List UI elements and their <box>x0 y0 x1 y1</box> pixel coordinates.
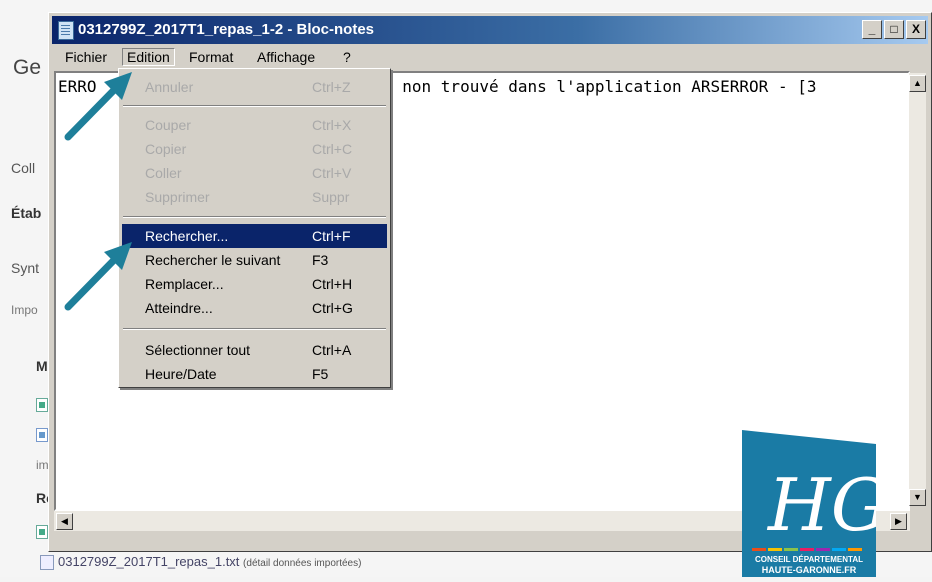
menu-item-shortcut: F5 <box>312 366 329 382</box>
document-icon[interactable] <box>36 428 48 442</box>
menu-item-label: Rechercher... <box>145 228 229 244</box>
title-bar[interactable]: 0312799Z_2017T1_repas_1-2 - Bloc-notes _… <box>52 16 928 44</box>
menu-item-label: Couper <box>145 117 191 133</box>
footer-file-link[interactable]: 0312799Z_2017T1_repas_1.txt (détail donn… <box>40 554 362 571</box>
side-label-impo: Impo <box>11 303 38 317</box>
menu-item-label: Annuler <box>145 79 194 95</box>
page-title-partial: Ge <box>13 56 42 79</box>
side-label-synt: Synt <box>11 260 40 276</box>
edition-menu-dropdown: Annuler Ctrl+Z Couper Ctrl+X Copier Ctrl… <box>118 68 391 388</box>
menu-item-atteindre[interactable]: Atteindre... Ctrl+G <box>122 296 387 320</box>
footer-file-note: (détail données importées) <box>243 558 362 569</box>
vertical-scrollbar[interactable]: ▲ ▼ <box>909 73 926 506</box>
logo-line1: CONSEIL DÉPARTEMENTAL <box>755 555 863 564</box>
menu-separator <box>123 216 386 218</box>
menu-item-label: Atteindre... <box>145 300 213 316</box>
menu-item-label: Coller <box>145 165 182 181</box>
side-label-m: M <box>36 358 48 374</box>
side-label-im: im <box>36 458 49 472</box>
logo-line2: HAUTE-GARONNE.FR <box>762 565 857 575</box>
menu-item-shortcut: Ctrl+Z <box>312 79 351 95</box>
menu-item-label: Rechercher le suivant <box>145 252 281 268</box>
footer-file-name[interactable]: 0312799Z_2017T1_repas_1.txt <box>58 554 239 569</box>
haute-garonne-logo: HG CONSEIL DÉPARTEMENTAL HAUTE-GARONNE.F… <box>742 430 888 577</box>
document-icon[interactable] <box>36 398 48 412</box>
menu-help[interactable]: ? <box>338 48 356 66</box>
menu-item-label: Copier <box>145 141 187 157</box>
content-line-end: 6 non trouvé dans l'application ARSERROR… <box>383 77 817 96</box>
menu-item-label: Heure/Date <box>145 366 217 382</box>
menu-item-shortcut: Ctrl+G <box>312 300 353 316</box>
menu-item-shortcut: Ctrl+F <box>312 228 351 244</box>
menu-item-shortcut: Ctrl+C <box>312 141 353 157</box>
text-file-icon <box>40 555 54 571</box>
scroll-up-icon[interactable]: ▲ <box>909 75 926 92</box>
scroll-down-icon[interactable]: ▼ <box>909 489 926 506</box>
side-label-coll: Coll <box>11 160 36 176</box>
menu-item-couper[interactable]: Couper Ctrl+X <box>122 113 387 137</box>
document-icon[interactable] <box>36 525 48 539</box>
menu-item-shortcut: Ctrl+X <box>312 117 352 133</box>
scroll-right-icon[interactable]: ▶ <box>890 513 907 530</box>
menu-item-remplacer[interactable]: Remplacer... Ctrl+H <box>122 272 387 296</box>
menu-item-supprimer[interactable]: Supprimer Suppr <box>122 185 387 209</box>
arrow-annotation-icon <box>60 232 140 312</box>
close-button[interactable]: X <box>906 20 926 39</box>
menu-bar: Fichier Edition Format Affichage ? <box>52 46 928 68</box>
minimize-button[interactable]: _ <box>862 20 882 39</box>
menu-item-selectionner-tout[interactable]: Sélectionner tout Ctrl+A <box>122 338 387 362</box>
menu-item-shortcut: F3 <box>312 252 329 268</box>
menu-item-label: Sélectionner tout <box>145 342 251 358</box>
menu-item-shortcut: Suppr <box>312 189 350 205</box>
window-title: 0312799Z_2017T1_repas_1-2 - Bloc-notes <box>78 21 375 38</box>
menu-separator <box>123 328 386 330</box>
menu-item-shortcut: Ctrl+A <box>312 342 352 358</box>
arrow-annotation-icon <box>60 62 140 142</box>
maximize-button[interactable]: □ <box>884 20 904 39</box>
menu-item-shortcut: Ctrl+H <box>312 276 353 292</box>
menu-separator <box>123 105 386 107</box>
notepad-icon <box>58 21 74 40</box>
menu-item-coller[interactable]: Coller Ctrl+V <box>122 161 387 185</box>
menu-item-rechercher[interactable]: Rechercher... Ctrl+F <box>122 224 387 248</box>
svg-text:HG: HG <box>766 463 876 547</box>
menu-item-label: Remplacer... <box>145 276 224 292</box>
menu-item-copier[interactable]: Copier Ctrl+C <box>122 137 387 161</box>
window-controls: _ □ X <box>862 20 926 39</box>
side-label-etab: Étab <box>11 205 42 221</box>
menu-item-heure-date[interactable]: Heure/Date F5 <box>122 362 387 386</box>
menu-format[interactable]: Format <box>184 48 238 66</box>
menu-affichage[interactable]: Affichage <box>252 48 320 66</box>
menu-item-shortcut: Ctrl+V <box>312 165 352 181</box>
menu-item-annuler[interactable]: Annuler Ctrl+Z <box>122 75 387 99</box>
menu-item-label: Supprimer <box>145 189 210 205</box>
scroll-left-icon[interactable]: ◀ <box>56 513 73 530</box>
menu-item-rechercher-suivant[interactable]: Rechercher le suivant F3 <box>122 248 387 272</box>
